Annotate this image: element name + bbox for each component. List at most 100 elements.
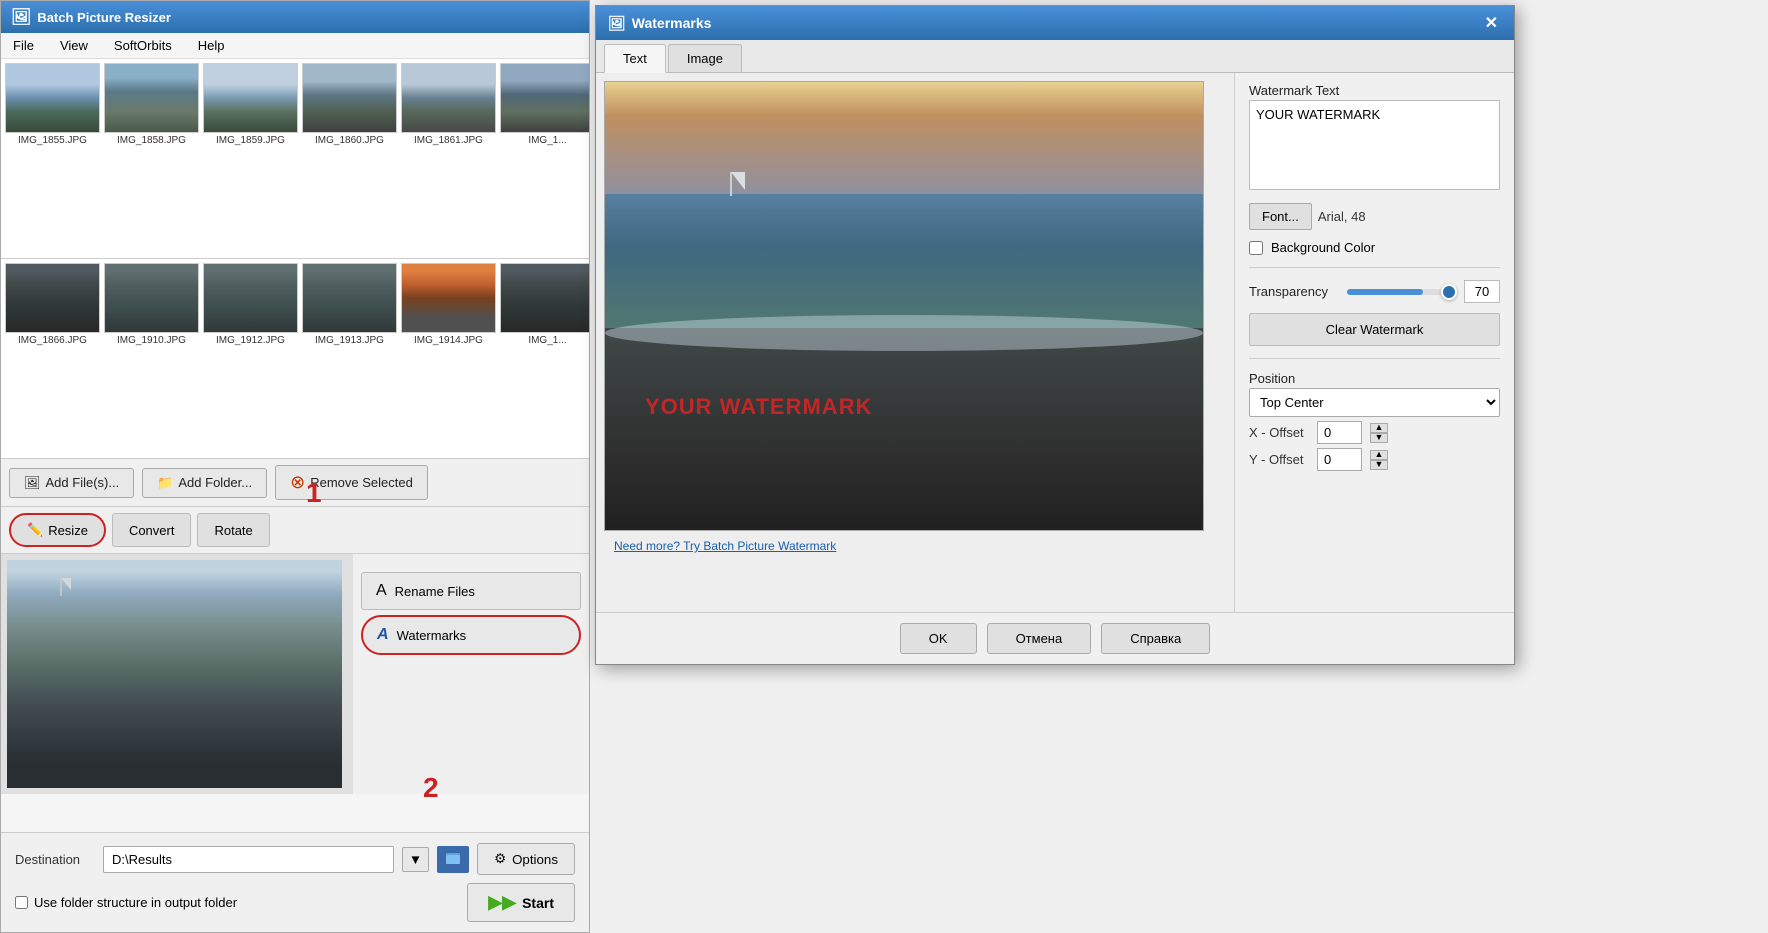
resize-tab[interactable]: ✏️ Resize bbox=[9, 513, 106, 547]
font-button[interactable]: Font... bbox=[1249, 203, 1312, 230]
thumbnail-img bbox=[302, 263, 397, 333]
options-icon: ⚙ bbox=[494, 851, 506, 867]
list-item[interactable]: IMG_1912.JPG bbox=[203, 263, 298, 454]
list-item[interactable]: IMG_1... bbox=[500, 263, 589, 454]
dialog-footer: OK Отмена Справка bbox=[596, 612, 1514, 664]
transparency-row: Transparency bbox=[1249, 280, 1500, 303]
y-offset-row: Y - Offset ▲ ▼ bbox=[1249, 448, 1500, 471]
remove-selected-button[interactable]: ⊗ Remove Selected bbox=[275, 465, 428, 500]
dialog-preview-area: YOUR WATERMARK Need more? Try Batch Pict… bbox=[596, 73, 1234, 641]
x-offset-input[interactable] bbox=[1317, 421, 1362, 444]
list-item[interactable]: IMG_1866.JPG bbox=[5, 263, 100, 454]
folder-icon: 📁 bbox=[157, 475, 173, 491]
slider-thumb bbox=[1441, 284, 1457, 300]
y-offset-up[interactable]: ▲ bbox=[1370, 450, 1388, 460]
thumbnail-img bbox=[401, 263, 496, 333]
list-item[interactable]: IMG_1855.JPG bbox=[5, 63, 100, 254]
add-files-button[interactable]: 🖼 Add File(s)... bbox=[9, 468, 134, 498]
background-color-checkbox[interactable] bbox=[1249, 241, 1263, 255]
try-watermark-link[interactable]: Need more? Try Batch Picture Watermark bbox=[604, 531, 1226, 561]
watermarks-button[interactable]: A Watermarks bbox=[361, 615, 581, 655]
list-item[interactable]: IMG_1858.JPG bbox=[104, 63, 199, 254]
thumbnail-img bbox=[5, 263, 100, 333]
dialog-right-panel: Watermark Text Font... Arial, 48 Backgro… bbox=[1234, 73, 1514, 641]
menu-bar: File View SoftOrbits Help bbox=[1, 33, 589, 59]
dialog-close-button[interactable]: ✕ bbox=[1481, 13, 1502, 33]
watermark-textarea-wrap bbox=[1249, 100, 1500, 193]
use-folder-structure-label: Use folder structure in output folder bbox=[34, 895, 237, 910]
y-offset-down[interactable]: ▼ bbox=[1370, 460, 1388, 470]
thumbnails-area: IMG_1855.JPG IMG_1858.JPG IMG_1859.JPG I… bbox=[1, 59, 589, 259]
menu-help[interactable]: Help bbox=[194, 36, 229, 55]
tab-text-label: Text bbox=[623, 51, 647, 66]
position-section: Position Top Center Top Left Top Right C… bbox=[1249, 371, 1500, 471]
slider-fill bbox=[1347, 289, 1423, 295]
x-offset-down[interactable]: ▼ bbox=[1370, 433, 1388, 443]
dialog-icon: 🖼 bbox=[608, 15, 626, 32]
menu-softorbits[interactable]: SoftOrbits bbox=[110, 36, 176, 55]
bottom-area: Destination ▼ ⚙ Options Use folder struc… bbox=[1, 832, 589, 932]
background-color-label: Background Color bbox=[1271, 240, 1375, 255]
menu-view[interactable]: View bbox=[56, 36, 92, 55]
ok-button[interactable]: OK bbox=[900, 623, 977, 654]
add-folder-button[interactable]: 📁 Add Folder... bbox=[142, 468, 267, 498]
list-item[interactable]: IMG_1859.JPG bbox=[203, 63, 298, 254]
thumb-label: IMG_1914.JPG bbox=[414, 335, 483, 346]
list-item[interactable]: IMG_1910.JPG bbox=[104, 263, 199, 454]
list-item[interactable]: IMG_1914.JPG bbox=[401, 263, 496, 454]
resize-icon: ✏️ bbox=[27, 522, 43, 538]
rotate-label: Rotate bbox=[214, 523, 252, 538]
convert-tab[interactable]: Convert bbox=[112, 513, 192, 547]
app-title: Batch Picture Resizer bbox=[37, 10, 171, 25]
remove-icon: ⊗ bbox=[290, 472, 305, 493]
clear-watermark-button[interactable]: Clear Watermark bbox=[1249, 313, 1500, 346]
rotate-tab[interactable]: Rotate bbox=[197, 513, 269, 547]
thumbnails-area-2: IMG_1866.JPG IMG_1910.JPG IMG_1912.JPG I… bbox=[1, 259, 589, 459]
divider bbox=[1249, 267, 1500, 268]
position-row: Top Center Top Left Top Right Center Lef… bbox=[1249, 388, 1500, 417]
list-item[interactable]: IMG_1860.JPG bbox=[302, 63, 397, 254]
list-item[interactable]: IMG_1913.JPG bbox=[302, 263, 397, 454]
watermark-text-section: Watermark Text bbox=[1249, 83, 1500, 193]
tab-text[interactable]: Text bbox=[604, 44, 666, 73]
thumb-label: IMG_1860.JPG bbox=[315, 135, 384, 146]
start-icon: ▶▶ bbox=[488, 892, 516, 913]
x-offset-up[interactable]: ▲ bbox=[1370, 423, 1388, 433]
app-icon: 🖼 bbox=[11, 7, 31, 27]
main-toolbar: 🖼 Add File(s)... 📁 Add Folder... ⊗ Remov… bbox=[1, 459, 589, 507]
destination-dropdown[interactable]: ▼ bbox=[402, 847, 429, 872]
list-item[interactable]: IMG_1... bbox=[500, 63, 589, 254]
use-folder-structure-checkbox[interactable] bbox=[15, 896, 28, 909]
thumb-label: IMG_1866.JPG bbox=[18, 335, 87, 346]
preview-canvas: YOUR WATERMARK bbox=[604, 81, 1204, 531]
help-label: Справка bbox=[1130, 631, 1181, 646]
main-title-bar: 🖼 Batch Picture Resizer bbox=[1, 1, 589, 33]
thumbnail-img bbox=[104, 63, 199, 133]
font-button-label: Font... bbox=[1262, 209, 1299, 224]
watermark-text-preview: YOUR WATERMARK bbox=[645, 394, 872, 420]
transparency-value[interactable] bbox=[1464, 280, 1500, 303]
thumb-label: IMG_1... bbox=[528, 335, 566, 346]
transparency-slider[interactable] bbox=[1347, 289, 1456, 295]
use-folder-structure-row: Use folder structure in output folder bbox=[15, 895, 237, 910]
rename-files-button[interactable]: A Rename Files bbox=[361, 572, 581, 610]
background-color-row: Background Color bbox=[1249, 240, 1500, 255]
thumb-label: IMG_1... bbox=[528, 135, 566, 146]
dialog-title: Watermarks bbox=[632, 15, 712, 31]
watermark-textarea[interactable] bbox=[1249, 100, 1500, 190]
position-select[interactable]: Top Center Top Left Top Right Center Lef… bbox=[1249, 388, 1500, 417]
thumbnail-img bbox=[302, 63, 397, 133]
options-button[interactable]: ⚙ Options bbox=[477, 843, 575, 875]
start-button[interactable]: ▶▶ Start bbox=[467, 883, 575, 922]
tab-image[interactable]: Image bbox=[668, 44, 742, 72]
list-item[interactable]: IMG_1861.JPG bbox=[401, 63, 496, 254]
thumb-label: IMG_1861.JPG bbox=[414, 135, 483, 146]
y-offset-input[interactable] bbox=[1317, 448, 1362, 471]
menu-file[interactable]: File bbox=[9, 36, 38, 55]
destination-input[interactable] bbox=[103, 846, 394, 873]
cancel-label: Отмена bbox=[1016, 631, 1063, 646]
cancel-button[interactable]: Отмена bbox=[987, 623, 1092, 654]
help-button[interactable]: Справка bbox=[1101, 623, 1210, 654]
watermarks-label: Watermarks bbox=[397, 628, 467, 643]
destination-browse[interactable] bbox=[437, 846, 469, 873]
